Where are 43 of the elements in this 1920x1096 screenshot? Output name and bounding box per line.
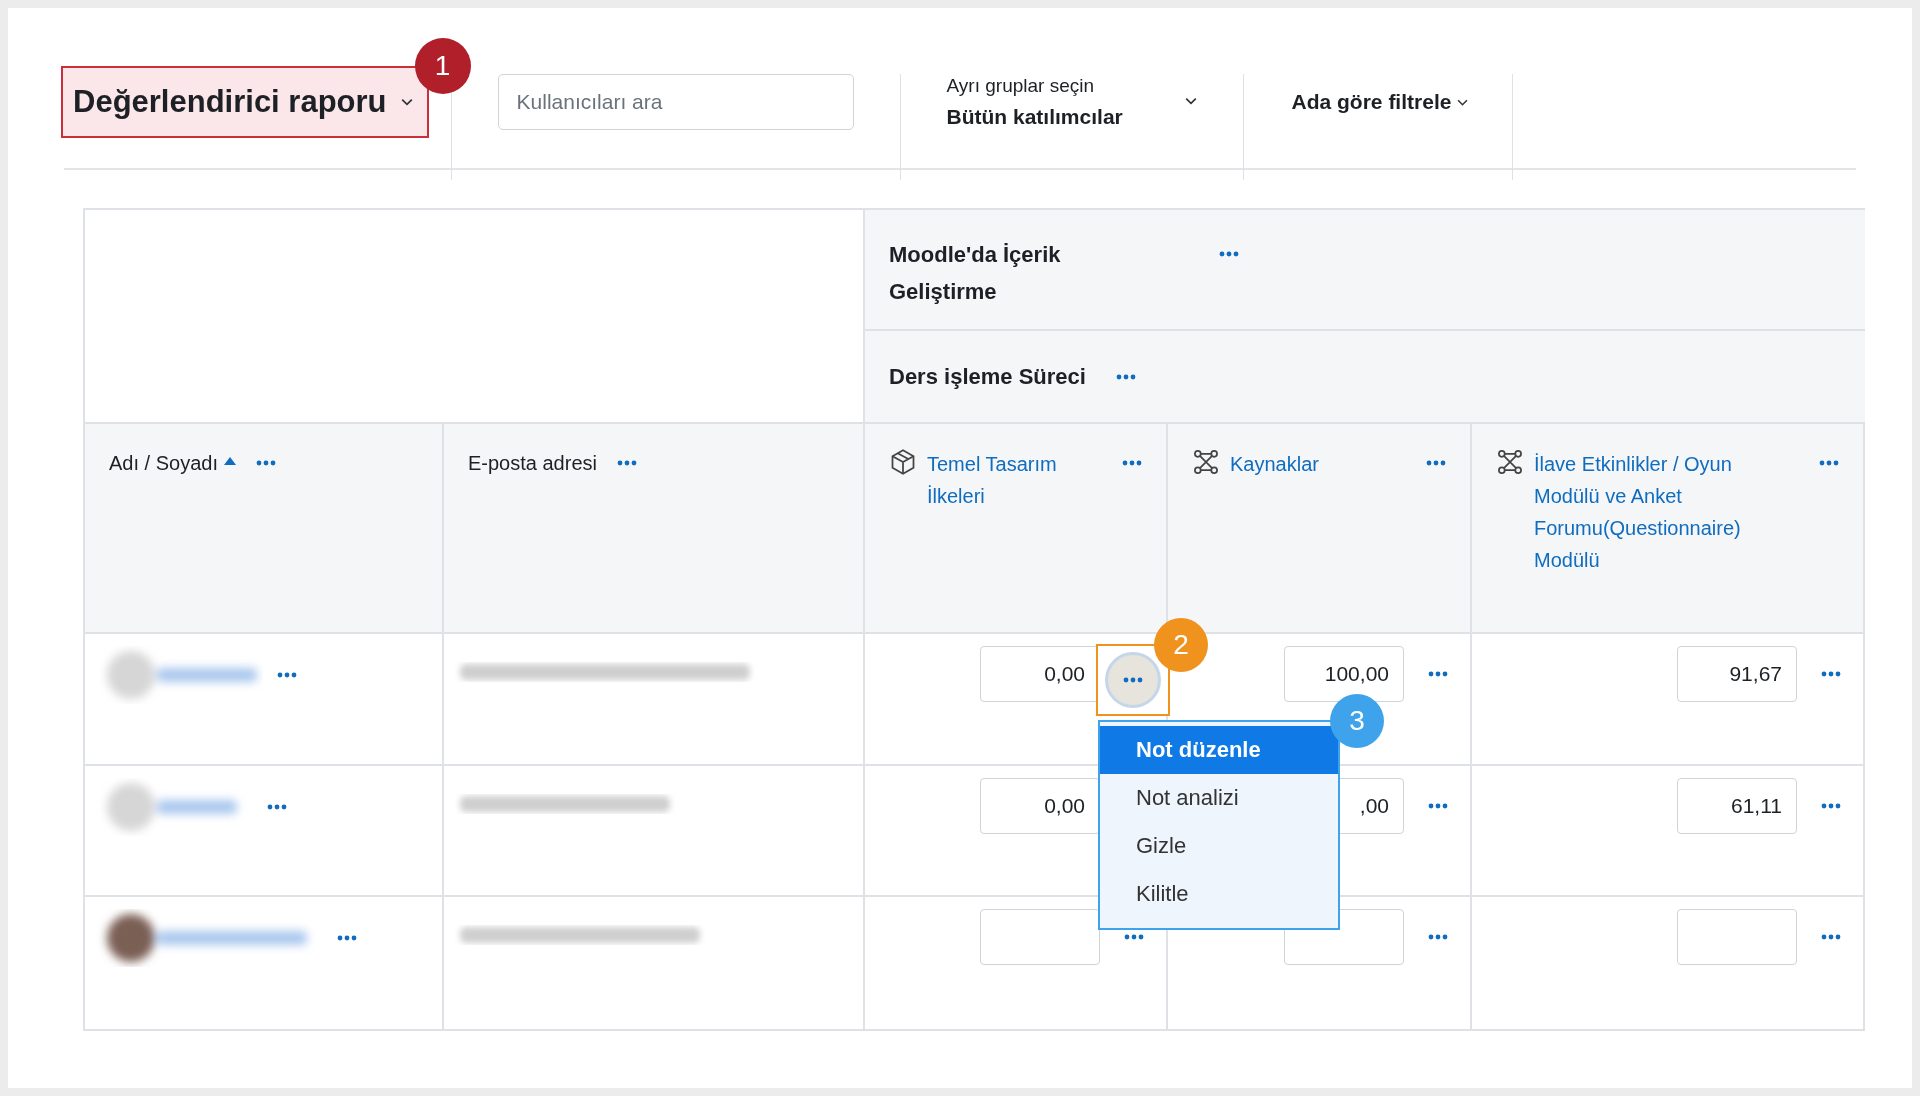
callout-badge: 1: [414, 38, 471, 94]
more-icon[interactable]: [1821, 671, 1841, 677]
more-icon[interactable]: [616, 460, 637, 466]
more-icon[interactable]: [277, 672, 297, 678]
grade-field[interactable]: [1677, 909, 1797, 965]
more-icon: [1123, 677, 1143, 683]
subcategory-title: Ders işleme Süreci: [889, 363, 1086, 390]
more-icon[interactable]: [255, 460, 276, 466]
more-icon[interactable]: [1821, 803, 1841, 809]
more-icon[interactable]: [1122, 460, 1142, 466]
grade-field[interactable]: [980, 909, 1100, 965]
groups-selector[interactable]: Ayrı gruplar seçin Bütün katılımcılar: [946, 57, 1197, 147]
category-title: Moodle'da İçerik Geliştirme: [889, 241, 1062, 306]
more-icon[interactable]: [1124, 934, 1144, 940]
more-icon[interactable]: [1115, 373, 1136, 380]
grade-item-link[interactable]: Temel Tasarım İlkeleri: [927, 448, 1102, 512]
grade-item-link[interactable]: Kaynaklar: [1230, 448, 1406, 480]
report-selector[interactable]: Değerlendirici raporu: [61, 66, 429, 138]
menu-item[interactable]: Not düzenle: [1100, 726, 1338, 774]
more-icon[interactable]: [1426, 460, 1446, 466]
more-icon[interactable]: [1428, 803, 1448, 809]
more-icon[interactable]: [1821, 934, 1841, 940]
grade-field[interactable]: 100,00: [1284, 646, 1404, 702]
more-icon[interactable]: [1819, 460, 1839, 466]
caret-icon: [1184, 97, 1197, 105]
column-header[interactable]: E-posta adresi: [468, 448, 597, 478]
nodes-icon: [1192, 448, 1220, 476]
grade-field[interactable]: 91,67: [1677, 646, 1797, 702]
menu-item[interactable]: Kilitle: [1100, 870, 1338, 918]
name-filter-dropdown[interactable]: Ada göre filtrele: [1291, 90, 1469, 114]
search-field[interactable]: Kullanıcıları ara: [497, 74, 854, 130]
more-icon[interactable]: [337, 935, 357, 941]
grade-field[interactable]: 0,00: [980, 778, 1100, 834]
nodes-icon: [1496, 448, 1524, 476]
more-icon[interactable]: [1219, 251, 1239, 257]
caret-icon: [1457, 98, 1469, 106]
column-header[interactable]: Adı / Soyadı: [109, 448, 218, 478]
more-icon[interactable]: [267, 804, 287, 810]
caret-icon: [400, 98, 413, 106]
grade-field[interactable]: 61,11: [1677, 778, 1797, 834]
cube-icon: [889, 448, 917, 476]
more-icon[interactable]: [1428, 934, 1448, 940]
more-icon[interactable]: [1428, 671, 1448, 677]
